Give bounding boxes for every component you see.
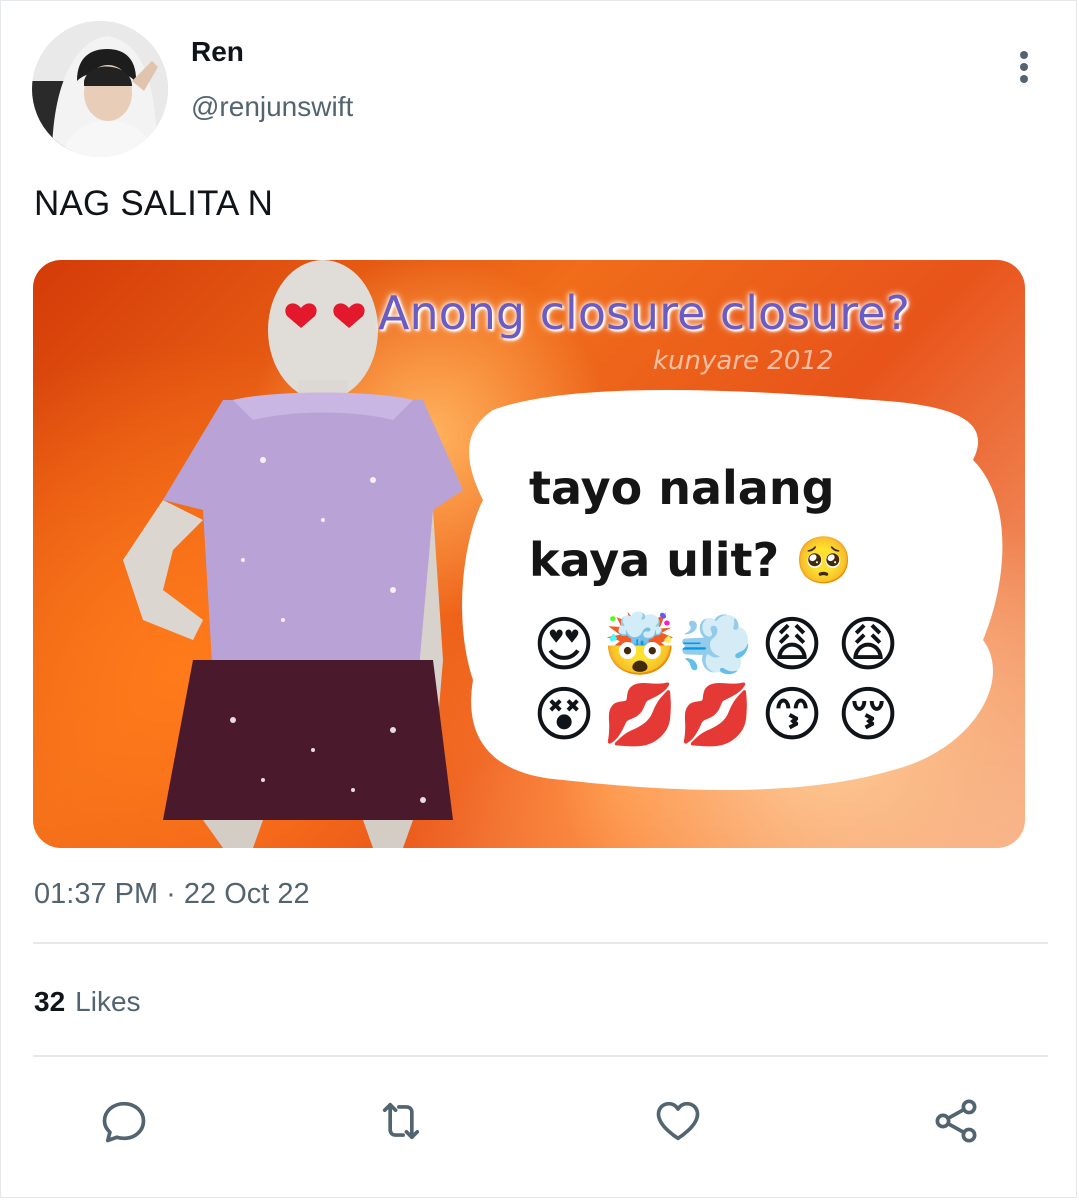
tweet-detail-view: Ren @renjunswift NAG SALITA N Anong clos… [0,0,1077,1198]
meme-watermark: kunyare 2012 [653,346,834,376]
emoji-row-1: 😍 🤯 💨 😩 😩 [529,610,903,680]
likes-stat[interactable]: 32 Likes [34,986,141,1018]
share-button[interactable] [926,1091,986,1151]
divider [33,1055,1048,1057]
more-vertical-icon [1020,51,1028,59]
reply-icon [102,1101,146,1143]
mannequin-figure [123,260,463,848]
like-button[interactable] [648,1091,708,1151]
user-handle[interactable]: @renjunswift [191,91,353,123]
more-options-button[interactable] [1009,45,1039,89]
emoji-row-2: 😵 💋 💋 😙 😚 [529,680,903,750]
tweet-media-image[interactable]: Anong closure closure? kunyare 2012 tayo… [33,260,1025,848]
avatar[interactable] [32,21,168,157]
more-vertical-icon-dot [1020,75,1028,83]
meme-title: Anong closure closure? [378,286,910,340]
likes-label: Likes [75,986,141,1017]
retweet-icon [382,1102,420,1140]
meme-caption-line2: kaya ulit? 🥺 [529,524,853,596]
weary-face-emoji: 😩 [836,610,900,680]
heart-icon [656,1101,700,1141]
heart-eyes-emoji: 😍 [532,610,596,680]
more-vertical-icon-dot [1020,63,1028,71]
meme-caption-line1: tayo nalang [529,461,835,515]
share-icon [935,1099,977,1143]
avatar-image [32,21,168,157]
meme-caption-line2-text: kaya ulit? [529,533,780,587]
tweet-text: NAG SALITA N [34,184,274,223]
meme-caption: tayo nalang kaya ulit? 🥺 [529,452,853,596]
pleading-face-emoji: 🥺 [795,533,853,587]
divider [33,942,1048,944]
kiss-mark-emoji: 💋 [678,680,754,750]
dizzy-face-emoji: 😵 [532,680,596,750]
weary-face-emoji: 😩 [760,610,824,680]
display-name[interactable]: Ren [191,36,244,68]
kissing-closed-eyes-emoji: 😚 [836,680,900,750]
kissing-smiling-eyes-emoji: 😙 [760,680,824,750]
tweet-timestamp[interactable]: 01:37 PM · 22 Oct 22 [34,878,310,911]
dash-emoji: 💨 [678,610,754,680]
exploding-head-emoji: 🤯 [602,610,678,680]
kiss-mark-emoji: 💋 [602,680,678,750]
reply-button[interactable] [94,1091,154,1151]
likes-count: 32 [34,986,66,1017]
retweet-button[interactable] [371,1091,431,1151]
